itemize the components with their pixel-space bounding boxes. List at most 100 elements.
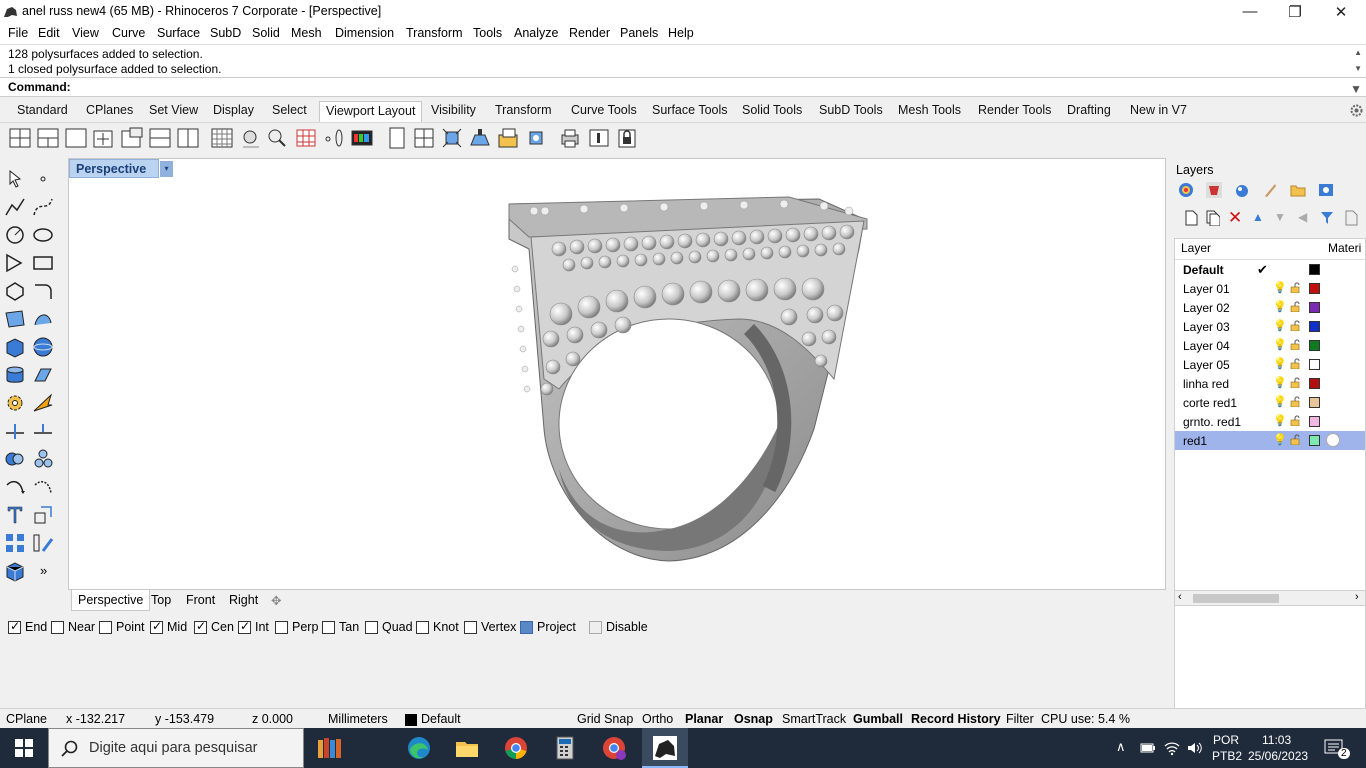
lightbulb-icon[interactable]: 💡 bbox=[1273, 281, 1287, 294]
extrude-surface-icon[interactable] bbox=[31, 363, 55, 387]
command-input[interactable]: Command: ▼ bbox=[0, 77, 1366, 96]
dimension-icon[interactable] bbox=[31, 503, 55, 527]
layer-color-swatch[interactable] bbox=[1309, 435, 1320, 446]
layer-color-swatch[interactable] bbox=[1309, 283, 1320, 294]
named-views-panel-icon[interactable] bbox=[1318, 182, 1334, 198]
layer-row[interactable]: corte red1 💡 bbox=[1175, 393, 1365, 412]
column-material-header[interactable]: Materi bbox=[1328, 241, 1361, 255]
move-layer-down-icon[interactable]: ▼ bbox=[1274, 210, 1286, 224]
current-layer-label[interactable]: Default bbox=[421, 712, 461, 726]
layer-name[interactable]: Layer 01 bbox=[1183, 282, 1230, 296]
taskbar-search-box[interactable]: Digite aqui para pesquisar bbox=[48, 728, 304, 768]
osnap-perp[interactable]: Perp bbox=[275, 620, 318, 634]
move-layer-up-icon[interactable]: ▲ bbox=[1252, 210, 1264, 224]
clock-date[interactable]: 25/06/2023 bbox=[1248, 749, 1308, 763]
checkbox-icon[interactable] bbox=[589, 620, 602, 634]
gumball-toggle[interactable]: Gumball bbox=[853, 712, 903, 726]
circle-icon[interactable] bbox=[3, 223, 27, 247]
filter-toggle[interactable]: Filter bbox=[1006, 712, 1034, 726]
tab-drafting[interactable]: Drafting bbox=[1067, 103, 1111, 117]
osnap-toggle[interactable]: Osnap bbox=[734, 712, 773, 726]
osnap-quad[interactable]: Quad bbox=[365, 620, 413, 634]
display-panel-icon[interactable] bbox=[1262, 182, 1278, 198]
grid-options-icon[interactable] bbox=[211, 127, 233, 149]
checkbox-icon[interactable] bbox=[275, 620, 288, 634]
properties-icon[interactable] bbox=[588, 127, 610, 149]
menu-subd[interactable]: SubD bbox=[210, 26, 241, 40]
menu-panels[interactable]: Panels bbox=[620, 26, 658, 40]
menu-analyze[interactable]: Analyze bbox=[514, 26, 558, 40]
scroll-down-icon[interactable]: ▼ bbox=[1354, 64, 1362, 73]
lightbulb-icon[interactable]: 💡 bbox=[1273, 395, 1287, 408]
show-hidden-icons[interactable]: ∧ bbox=[1116, 739, 1126, 755]
checkbox-icon[interactable] bbox=[520, 620, 533, 634]
tab-solid-tools[interactable]: Solid Tools bbox=[742, 103, 802, 117]
material-sphere-icon[interactable] bbox=[1326, 433, 1340, 447]
sphere-solid-icon[interactable] bbox=[31, 335, 55, 359]
unlocked-icon[interactable] bbox=[1290, 377, 1301, 388]
unlocked-icon[interactable] bbox=[1290, 358, 1301, 369]
viewport-title[interactable]: Perspective ▾ bbox=[69, 159, 173, 178]
lightbulb-icon[interactable]: 💡 bbox=[1273, 300, 1287, 313]
analyze-icon[interactable] bbox=[31, 531, 55, 555]
view-tab-perspective[interactable]: Perspective bbox=[71, 590, 151, 611]
checkbox-icon[interactable] bbox=[51, 620, 64, 634]
tab-display[interactable]: Display bbox=[213, 103, 254, 117]
close-button[interactable]: ✕ bbox=[1318, 0, 1364, 23]
surface-edge-icon[interactable] bbox=[31, 307, 55, 331]
tab-cplanes[interactable]: CPlanes bbox=[86, 103, 133, 117]
split-vertical-icon[interactable] bbox=[177, 127, 199, 149]
layer-row[interactable]: Layer 01 💡 bbox=[1175, 279, 1365, 298]
move-icon[interactable] bbox=[3, 475, 27, 499]
lightbulb-icon[interactable]: 💡 bbox=[1273, 357, 1287, 370]
osnap-tan[interactable]: Tan bbox=[322, 620, 359, 634]
menu-view[interactable]: View bbox=[72, 26, 99, 40]
osnap-mid[interactable]: Mid bbox=[150, 619, 187, 634]
layer-row[interactable]: Layer 03 💡 bbox=[1175, 317, 1365, 336]
tab-select[interactable]: Select bbox=[272, 103, 307, 117]
chrome-browser-icon[interactable] bbox=[502, 734, 530, 762]
display-mode-icon[interactable] bbox=[351, 127, 373, 149]
checkbox-icon[interactable] bbox=[150, 619, 163, 634]
unlocked-icon[interactable] bbox=[1290, 320, 1301, 331]
menu-file[interactable]: File bbox=[8, 26, 28, 40]
menu-dimension[interactable]: Dimension bbox=[335, 26, 394, 40]
folder-panel-icon[interactable] bbox=[1290, 182, 1306, 198]
planar-toggle[interactable]: Planar bbox=[685, 712, 723, 726]
layer-name[interactable]: Default bbox=[1183, 263, 1224, 277]
menu-edit[interactable]: Edit bbox=[38, 26, 60, 40]
explode-icon[interactable] bbox=[31, 447, 55, 471]
layer-name[interactable]: Layer 02 bbox=[1183, 301, 1230, 315]
lightbulb-icon[interactable]: 💡 bbox=[1273, 414, 1287, 427]
layer-color-swatch[interactable] bbox=[1309, 340, 1320, 351]
floating-viewport-icon[interactable] bbox=[121, 127, 143, 149]
unlocked-icon[interactable] bbox=[1290, 282, 1301, 293]
tab-transform[interactable]: Transform bbox=[495, 103, 552, 117]
osnap-end[interactable]: End bbox=[8, 619, 47, 634]
page-layout-icon[interactable] bbox=[386, 127, 408, 149]
osnap-project[interactable]: Project bbox=[520, 620, 576, 634]
layer-name[interactable]: Layer 03 bbox=[1183, 320, 1230, 334]
layer-color-swatch[interactable] bbox=[1309, 264, 1320, 275]
menu-render[interactable]: Render bbox=[569, 26, 610, 40]
scroll-left-icon[interactable]: ‹ bbox=[1178, 591, 1182, 603]
checkbox-icon[interactable] bbox=[99, 620, 112, 634]
lock-viewport-icon[interactable] bbox=[616, 127, 638, 149]
split-horizontal-icon[interactable] bbox=[149, 127, 171, 149]
materials-panel-icon[interactable] bbox=[1234, 182, 1250, 198]
windows-start-icon[interactable] bbox=[15, 739, 33, 757]
current-layer-check-icon[interactable]: ✔ bbox=[1257, 262, 1268, 278]
zoom-icon[interactable] bbox=[240, 127, 262, 149]
checkbox-icon[interactable] bbox=[365, 620, 378, 634]
lightbulb-icon[interactable]: 💡 bbox=[1273, 433, 1287, 446]
language-indicator[interactable]: POR bbox=[1213, 733, 1239, 747]
scrollbar-thumb[interactable] bbox=[1193, 594, 1279, 603]
calculator-icon[interactable] bbox=[551, 734, 579, 762]
tab-new-in-v7[interactable]: New in V7 bbox=[1130, 103, 1187, 117]
layer-color-swatch[interactable] bbox=[1309, 302, 1320, 313]
maximize-button[interactable]: ❐ bbox=[1272, 0, 1318, 23]
tab-mesh-tools[interactable]: Mesh Tools bbox=[898, 103, 961, 117]
layer-row[interactable]: Default ✔ bbox=[1175, 260, 1365, 279]
checkbox-icon[interactable] bbox=[322, 620, 335, 634]
lightbulb-icon[interactable]: 💡 bbox=[1273, 338, 1287, 351]
